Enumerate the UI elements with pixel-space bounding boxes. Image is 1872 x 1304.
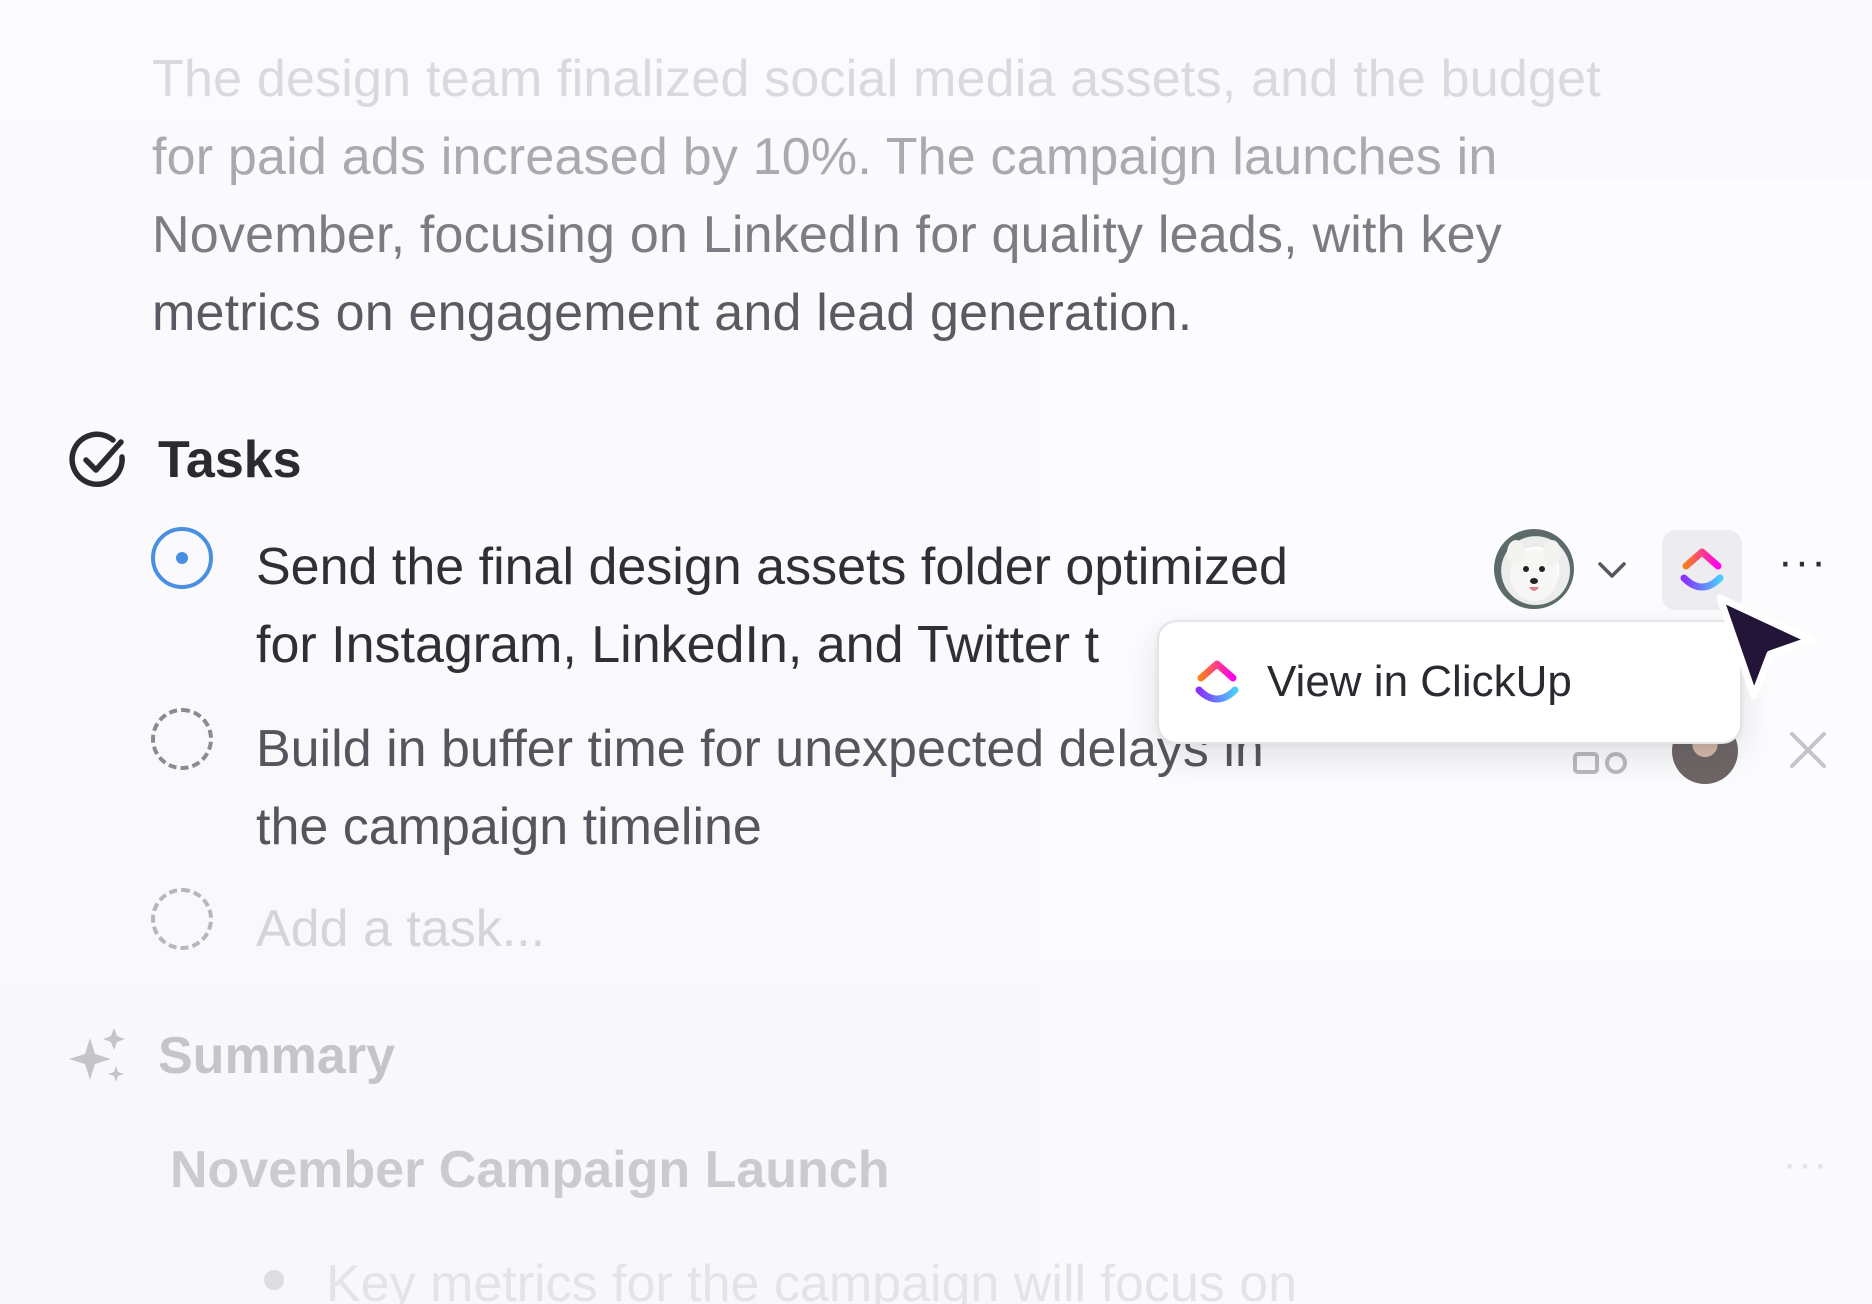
- sparkle-icon: [66, 1024, 130, 1088]
- bullet-dot: [264, 1270, 284, 1290]
- tooltip-label: View in ClickUp: [1267, 657, 1572, 706]
- check-circle-icon: [66, 428, 130, 492]
- task-text-line: for Instagram, LinkedIn, and Twitter t: [256, 616, 1100, 674]
- tasks-title: Tasks: [158, 431, 302, 489]
- assignee-avatar[interactable]: [1494, 529, 1574, 609]
- task-status-in-progress-button[interactable]: [151, 527, 213, 589]
- summary-title: Summary: [158, 1027, 395, 1085]
- paragraph-line: The design team finalized social media a…: [152, 50, 1601, 108]
- add-task-input[interactable]: Add a task...: [256, 890, 545, 968]
- chevron-down-icon[interactable]: [1590, 548, 1634, 592]
- summary-header: Summary: [66, 1024, 395, 1088]
- task-text-line: the campaign timeline: [256, 798, 762, 856]
- view-in-clickup-tooltip[interactable]: View in ClickUp: [1157, 620, 1742, 744]
- task-text-line: Build in buffer time for unexpected dela…: [256, 720, 1264, 778]
- more-options-button[interactable]: ···: [1778, 540, 1826, 586]
- summary-subtitle: November Campaign Launch: [170, 1141, 890, 1199]
- clickup-logo-icon: [1680, 548, 1724, 591]
- mouse-cursor-icon: [1716, 594, 1814, 700]
- link-icon[interactable]: [1572, 748, 1630, 778]
- paragraph-line: November, focusing on LinkedIn for quali…: [152, 206, 1502, 264]
- summary-bullet: Key metrics for the campaign will focus …: [326, 1255, 1298, 1304]
- task-item[interactable]: Build in buffer time for unexpected dela…: [256, 710, 1264, 866]
- close-icon[interactable]: [1784, 726, 1832, 774]
- paragraph-line: for paid ads increased by 10%. The campa…: [152, 128, 1498, 186]
- tasks-header: Tasks: [66, 428, 302, 492]
- task-item[interactable]: Send the final design assets folder opti…: [256, 528, 1288, 684]
- add-task-circle: [151, 888, 213, 950]
- task-status-open-button[interactable]: [151, 708, 213, 770]
- task-text-line: Send the final design assets folder opti…: [256, 538, 1288, 596]
- paragraph-line: metrics on engagement and lead generatio…: [152, 284, 1193, 342]
- clickup-logo-icon: [1195, 660, 1239, 703]
- summary-more-button[interactable]: ···: [1778, 1144, 1834, 1186]
- meeting-notes-paragraph: The design team finalized social media a…: [152, 40, 1712, 352]
